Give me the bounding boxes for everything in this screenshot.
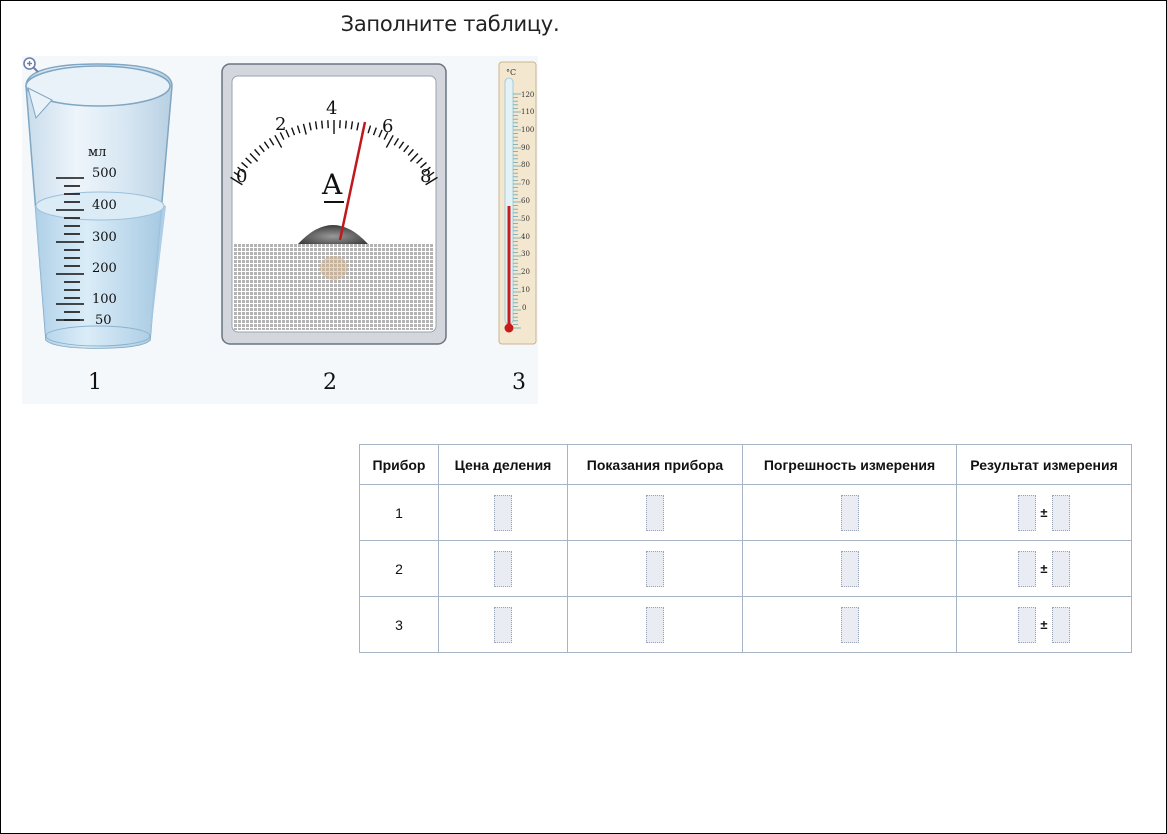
reading-input[interactable] (646, 606, 664, 643)
thermo-110: 110 (521, 108, 534, 116)
thermo-100: 100 (521, 126, 534, 134)
beaker-scale-500: 500 (92, 166, 117, 181)
instruments-figure: мл 500 400 300 200 100 50 1 0 2 4 6 8 A (22, 56, 538, 404)
ammeter-scale-4: 4 (326, 98, 337, 119)
header-result: Результат измерения (956, 444, 1132, 485)
ammeter-caption: 2 (323, 370, 337, 395)
dial-tick (344, 120, 348, 129)
ammeter-scale-2: 2 (275, 114, 286, 135)
plus-minus-sign: ± (1040, 505, 1048, 520)
thermo-60: 60 (521, 197, 530, 205)
division-value-input[interactable] (494, 606, 512, 643)
thermo-0: 0 (522, 304, 526, 312)
result-value-input[interactable] (1018, 494, 1037, 531)
ammeter-scale-0: 0 (236, 166, 247, 187)
thermo-120: 120 (521, 91, 534, 99)
result-error-input[interactable] (1051, 550, 1070, 587)
row-device-label: 1 (359, 484, 439, 541)
table-row: 2 ± (359, 540, 1132, 597)
beaker-caption: 1 (88, 370, 102, 395)
row-device-label: 2 (359, 540, 439, 597)
beaker: мл 500 400 300 200 100 50 1 (25, 63, 173, 395)
thermo-80: 80 (521, 161, 530, 169)
division-value-input[interactable] (494, 494, 512, 531)
header-device: Прибор (359, 444, 439, 485)
header-error: Погрешность измерения (742, 444, 957, 485)
result-error-input[interactable] (1051, 606, 1070, 643)
error-input[interactable] (840, 494, 859, 531)
reading-input[interactable] (646, 494, 664, 531)
thermo-10: 10 (521, 286, 530, 294)
error-input[interactable] (840, 550, 859, 587)
beaker-scale-50: 50 (95, 313, 112, 328)
ammeter-symbol: A (321, 168, 343, 201)
measurement-table: Прибор Цена деления Показания прибора По… (359, 444, 1132, 653)
header-reading: Показания прибора (567, 444, 743, 485)
beaker-scale-100: 100 (92, 292, 117, 307)
beaker-scale-200: 200 (92, 261, 117, 276)
table-row: 3 ± (359, 596, 1132, 653)
result-value-input[interactable] (1018, 550, 1037, 587)
beaker-unit: мл (88, 145, 106, 160)
reading-input[interactable] (646, 550, 664, 587)
ammeter-scale-6: 6 (382, 116, 393, 137)
thermo-70: 70 (521, 179, 530, 187)
thermometer: °C 120 110 100 90 80 70 60 50 40 30 20 1… (498, 61, 537, 395)
header-division-value: Цена деления (438, 444, 568, 485)
thermo-40: 40 (521, 233, 530, 241)
division-value-input[interactable] (494, 550, 512, 587)
thermo-90: 90 (521, 144, 530, 152)
row-device-label: 3 (359, 596, 439, 653)
thermo-30: 30 (521, 250, 530, 258)
thermometer-unit: °C (506, 68, 516, 77)
beaker-scale-400: 400 (92, 198, 117, 213)
result-error-input[interactable] (1051, 494, 1070, 531)
zoom-in-icon[interactable] (22, 56, 40, 74)
thermometer-caption: 3 (512, 370, 526, 395)
plus-minus-sign: ± (1040, 617, 1048, 632)
result-value-input[interactable] (1018, 606, 1037, 643)
dial-tick (320, 120, 324, 129)
ammeter: 0 2 4 6 8 A 2 (221, 63, 447, 395)
ammeter-scale-8: 8 (420, 166, 431, 187)
thermo-50: 50 (521, 215, 530, 223)
thermo-20: 20 (521, 268, 530, 276)
table-header-row: Прибор Цена деления Показания прибора По… (359, 444, 1132, 485)
table-row: 1 ± (359, 484, 1132, 541)
error-input[interactable] (840, 606, 859, 643)
beaker-scale-300: 300 (92, 230, 117, 245)
plus-minus-sign: ± (1040, 561, 1048, 576)
task-title: Заполните таблицу. (340, 12, 560, 36)
